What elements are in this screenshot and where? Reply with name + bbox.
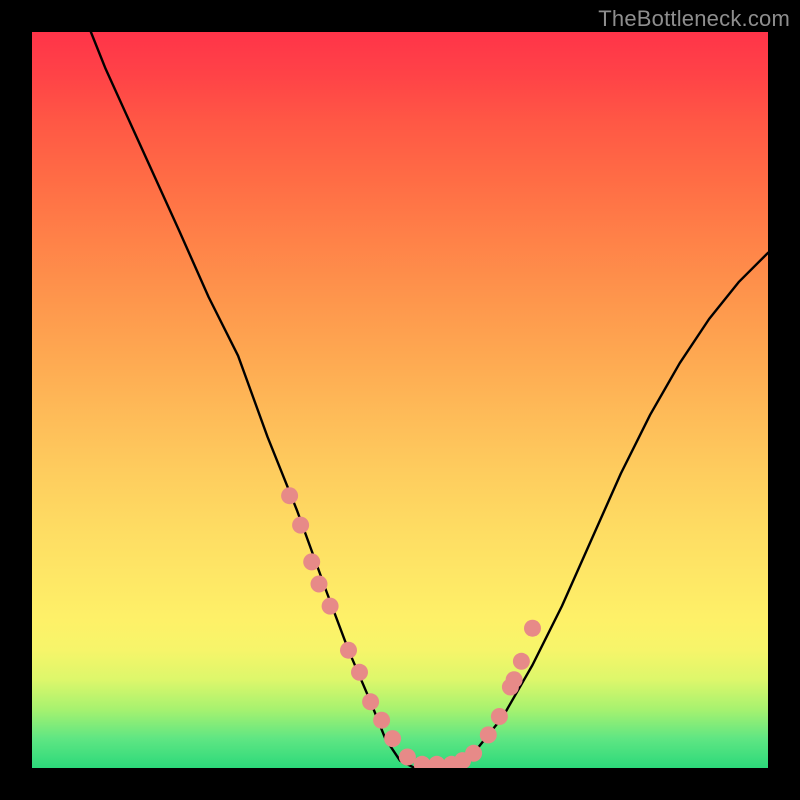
marker-point	[506, 671, 523, 688]
marker-point	[399, 749, 416, 766]
marker-point	[524, 620, 541, 637]
marker-point	[362, 693, 379, 710]
markers-group	[281, 487, 541, 768]
marker-point	[443, 756, 460, 768]
marker-point	[292, 517, 309, 534]
marker-point	[513, 653, 530, 670]
marker-point	[384, 730, 401, 747]
marker-point	[454, 752, 471, 768]
marker-point	[373, 712, 390, 729]
plot-area	[32, 32, 768, 768]
marker-point	[428, 756, 445, 768]
marker-point	[502, 679, 519, 696]
marker-point	[311, 576, 328, 593]
marker-point	[281, 487, 298, 504]
marker-point	[465, 745, 482, 762]
marker-point	[340, 642, 357, 659]
marker-point	[480, 726, 497, 743]
watermark-text: TheBottleneck.com	[598, 6, 790, 32]
marker-point	[303, 553, 320, 570]
curve-group	[91, 32, 768, 768]
marker-point	[414, 756, 431, 768]
marker-point	[491, 708, 508, 725]
marker-point	[322, 598, 339, 615]
chart-stage: TheBottleneck.com	[0, 0, 800, 800]
bottleneck-curve	[91, 32, 768, 768]
chart-svg	[32, 32, 768, 768]
marker-point	[351, 664, 368, 681]
